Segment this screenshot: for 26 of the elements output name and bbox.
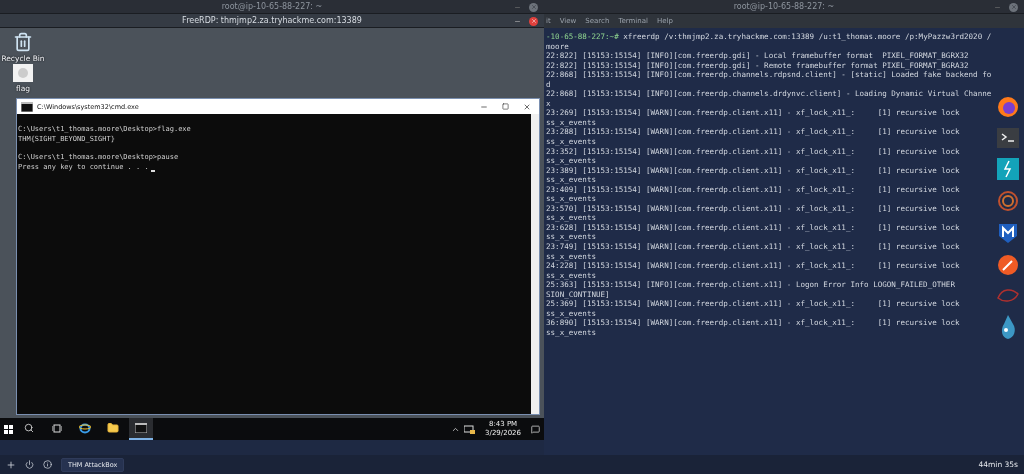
window-title: root@ip-10-65-88-227: ~: [733, 2, 835, 11]
cursor-icon: [150, 170, 155, 172]
task-view-icon[interactable]: [52, 423, 62, 433]
windows-start-icon[interactable]: [4, 424, 13, 434]
console-icon[interactable]: [21, 101, 33, 112]
shield-m-icon[interactable]: [998, 222, 1018, 244]
close-icon[interactable]: [529, 2, 538, 12]
browser-e-icon[interactable]: [79, 422, 91, 434]
maximize-icon[interactable]: [502, 103, 509, 110]
scrollbar[interactable]: [531, 114, 539, 414]
lightning-icon[interactable]: [997, 158, 1019, 180]
network-icon[interactable]: [464, 424, 476, 434]
search-icon[interactable]: [24, 423, 34, 433]
close-icon[interactable]: [523, 102, 531, 111]
add-icon[interactable]: [6, 459, 16, 470]
folder-icon[interactable]: [107, 422, 119, 434]
console-icon[interactable]: [135, 423, 147, 433]
recycle-bin-icon[interactable]: [13, 32, 33, 52]
close-icon[interactable]: [529, 16, 538, 26]
terminal-icon[interactable]: [997, 128, 1019, 148]
info-icon[interactable]: [43, 460, 52, 469]
window-title: FreeRDP: thmjmp2.za.tryhackme.com:13389: [182, 16, 362, 25]
close-icon[interactable]: [1009, 2, 1018, 12]
window-title: root@ip-10-65-88-227: ~: [221, 2, 323, 11]
power-icon[interactable]: [25, 460, 34, 469]
notification-icon[interactable]: [531, 424, 540, 434]
